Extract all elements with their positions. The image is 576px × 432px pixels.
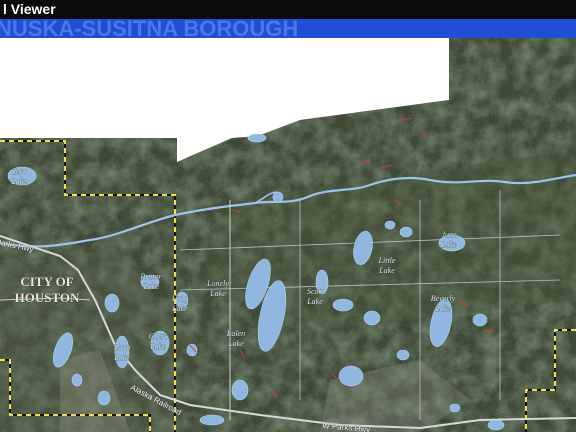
lake-pond-11 — [396, 349, 410, 361]
lake-pond-4 — [363, 310, 381, 326]
window-title: l Viewer — [0, 0, 576, 19]
label-lake-zero-1: Zero — [12, 167, 27, 176]
lake-pond-12 — [71, 373, 83, 387]
label-lake-beverly-2: Lake — [434, 304, 451, 313]
lake-pond-18 — [449, 403, 461, 413]
label-lake-cheri-2: Lake — [149, 342, 166, 351]
label-lake-lonely-2: Lake — [209, 289, 226, 298]
lake-pond-5 — [472, 313, 488, 327]
label-lake-little-1: Little — [378, 256, 396, 265]
lake-loon — [114, 335, 130, 369]
lake-pond-10 — [384, 220, 396, 230]
borough-name: NUSKA-SUSITNA BOROUGH — [0, 19, 299, 38]
label-lake-cheri-1: Cheri — [149, 332, 167, 341]
label-lake-prator-2: Lake — [142, 282, 159, 291]
label-lake-frog-2: Lake — [171, 304, 188, 313]
label-lake-lonely-1: Lonely — [206, 279, 229, 288]
borough-banner: NUSKA-SUSITNA BOROUGH — [0, 19, 576, 38]
label-lake-scott-2: Lake — [306, 297, 323, 306]
label-lake-frog-1: Frog — [171, 294, 188, 303]
label-lake-little-2: Lake — [378, 266, 395, 275]
map-view[interactable]: Zero Lake Prator Lake Frog Lake Loon Lak… — [0, 38, 576, 432]
label-lake-loon-1: Loon — [113, 343, 130, 352]
city-label-line2: HOUSTON — [15, 290, 80, 305]
lake-pond-15 — [272, 191, 284, 203]
city-label-line1: CITY OF — [20, 274, 73, 289]
label-lake-lalen-1: Lalen — [226, 329, 245, 338]
lake-pond-17 — [487, 419, 505, 431]
label-lake-beverly-1: Beverly — [431, 294, 456, 303]
label-lake-loon-2: Lake — [113, 353, 130, 362]
lake-pond-8 — [199, 414, 225, 426]
lake-pond-16 — [247, 133, 267, 143]
label-lake-prator-1: Prator — [139, 272, 162, 281]
city-label: CITY OF HOUSTON — [14, 274, 80, 306]
lake-pond-6 — [338, 365, 364, 387]
lake-pond-13 — [97, 390, 111, 406]
label-lake-zero-2: Lake — [10, 177, 27, 186]
lake-pond-9 — [399, 226, 413, 238]
label-lake-june-2: Lake — [440, 240, 457, 249]
imagery-layer — [0, 38, 576, 432]
lake-pond-7 — [231, 379, 249, 401]
lake-pond-1 — [104, 293, 120, 313]
lake-pond-3 — [332, 298, 354, 312]
label-lake-scott-1: Scott — [307, 287, 324, 296]
lake-pond-14 — [186, 343, 198, 357]
label-lake-lalen-2: Lake — [227, 339, 244, 348]
label-lake-june-1: June — [441, 230, 457, 239]
